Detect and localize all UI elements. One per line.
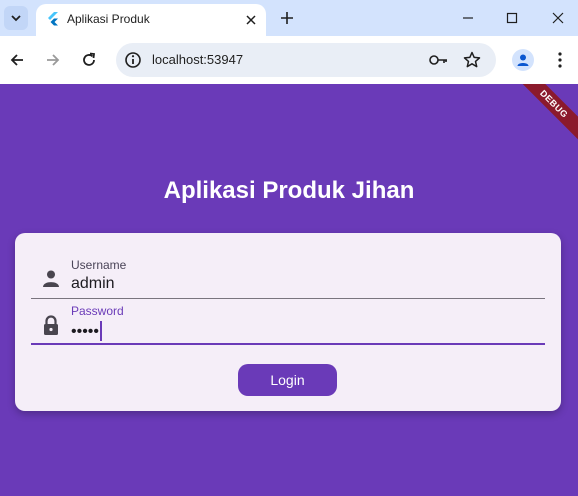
- star-icon: [463, 51, 481, 68]
- reload-icon: [83, 52, 96, 66]
- password-label: Password: [71, 304, 124, 318]
- profile-button[interactable]: [512, 49, 534, 71]
- tab-strip: Aplikasi Produk: [0, 0, 578, 36]
- person-icon: [517, 54, 529, 66]
- window-close-button[interactable]: [546, 6, 570, 30]
- url-text[interactable]: localhost:53947: [152, 52, 243, 67]
- tab-search-button[interactable]: [4, 6, 28, 30]
- browser-tab[interactable]: Aplikasi Produk: [36, 4, 266, 36]
- more-vert-icon: [558, 52, 562, 68]
- bookmark-button[interactable]: [461, 49, 483, 71]
- username-field[interactable]: Username admin: [31, 253, 545, 299]
- username-label: Username: [71, 258, 127, 272]
- login-button[interactable]: Login: [238, 364, 337, 396]
- minimize-button[interactable]: [456, 6, 480, 30]
- minimize-icon: [463, 17, 473, 19]
- arrow-right-icon: [47, 54, 60, 66]
- login-card: Username admin Password ••••• Login: [15, 233, 561, 411]
- maximize-button[interactable]: [500, 6, 524, 30]
- browser-toolbar: localhost:53947: [0, 36, 578, 84]
- new-tab-button[interactable]: [276, 7, 298, 29]
- password-field[interactable]: Password •••••: [31, 299, 545, 345]
- maximize-icon: [506, 12, 518, 24]
- app-viewport: DEBUG Aplikasi Produk Jihan Username adm…: [0, 84, 578, 496]
- password-key-button[interactable]: [428, 49, 450, 71]
- reload-button[interactable]: [77, 48, 101, 72]
- password-underline: [31, 343, 545, 345]
- info-icon[interactable]: [124, 51, 142, 69]
- address-bar[interactable]: localhost:53947: [116, 43, 496, 77]
- close-icon: [552, 12, 564, 24]
- back-button[interactable]: [5, 48, 29, 72]
- key-icon: [429, 55, 447, 65]
- password-dots: •••••: [71, 323, 100, 340]
- username-input[interactable]: admin: [71, 275, 115, 293]
- browser-menu-button[interactable]: [548, 48, 572, 72]
- tab-title: Aplikasi Produk: [67, 12, 150, 26]
- debug-banner: DEBUG: [512, 84, 578, 146]
- page-title: Aplikasi Produk Jihan: [163, 177, 415, 204]
- chevron-down-icon: [11, 15, 21, 22]
- text-caret: [100, 321, 103, 341]
- tab-close-button[interactable]: [242, 11, 260, 29]
- arrow-left-icon: [10, 54, 23, 66]
- close-icon: [246, 15, 256, 25]
- password-input[interactable]: •••••: [71, 321, 103, 341]
- forward-button[interactable]: [41, 48, 65, 72]
- lock-icon: [44, 315, 58, 335]
- flutter-icon: [48, 12, 58, 26]
- person-icon: [43, 270, 59, 287]
- plus-icon: [281, 12, 293, 24]
